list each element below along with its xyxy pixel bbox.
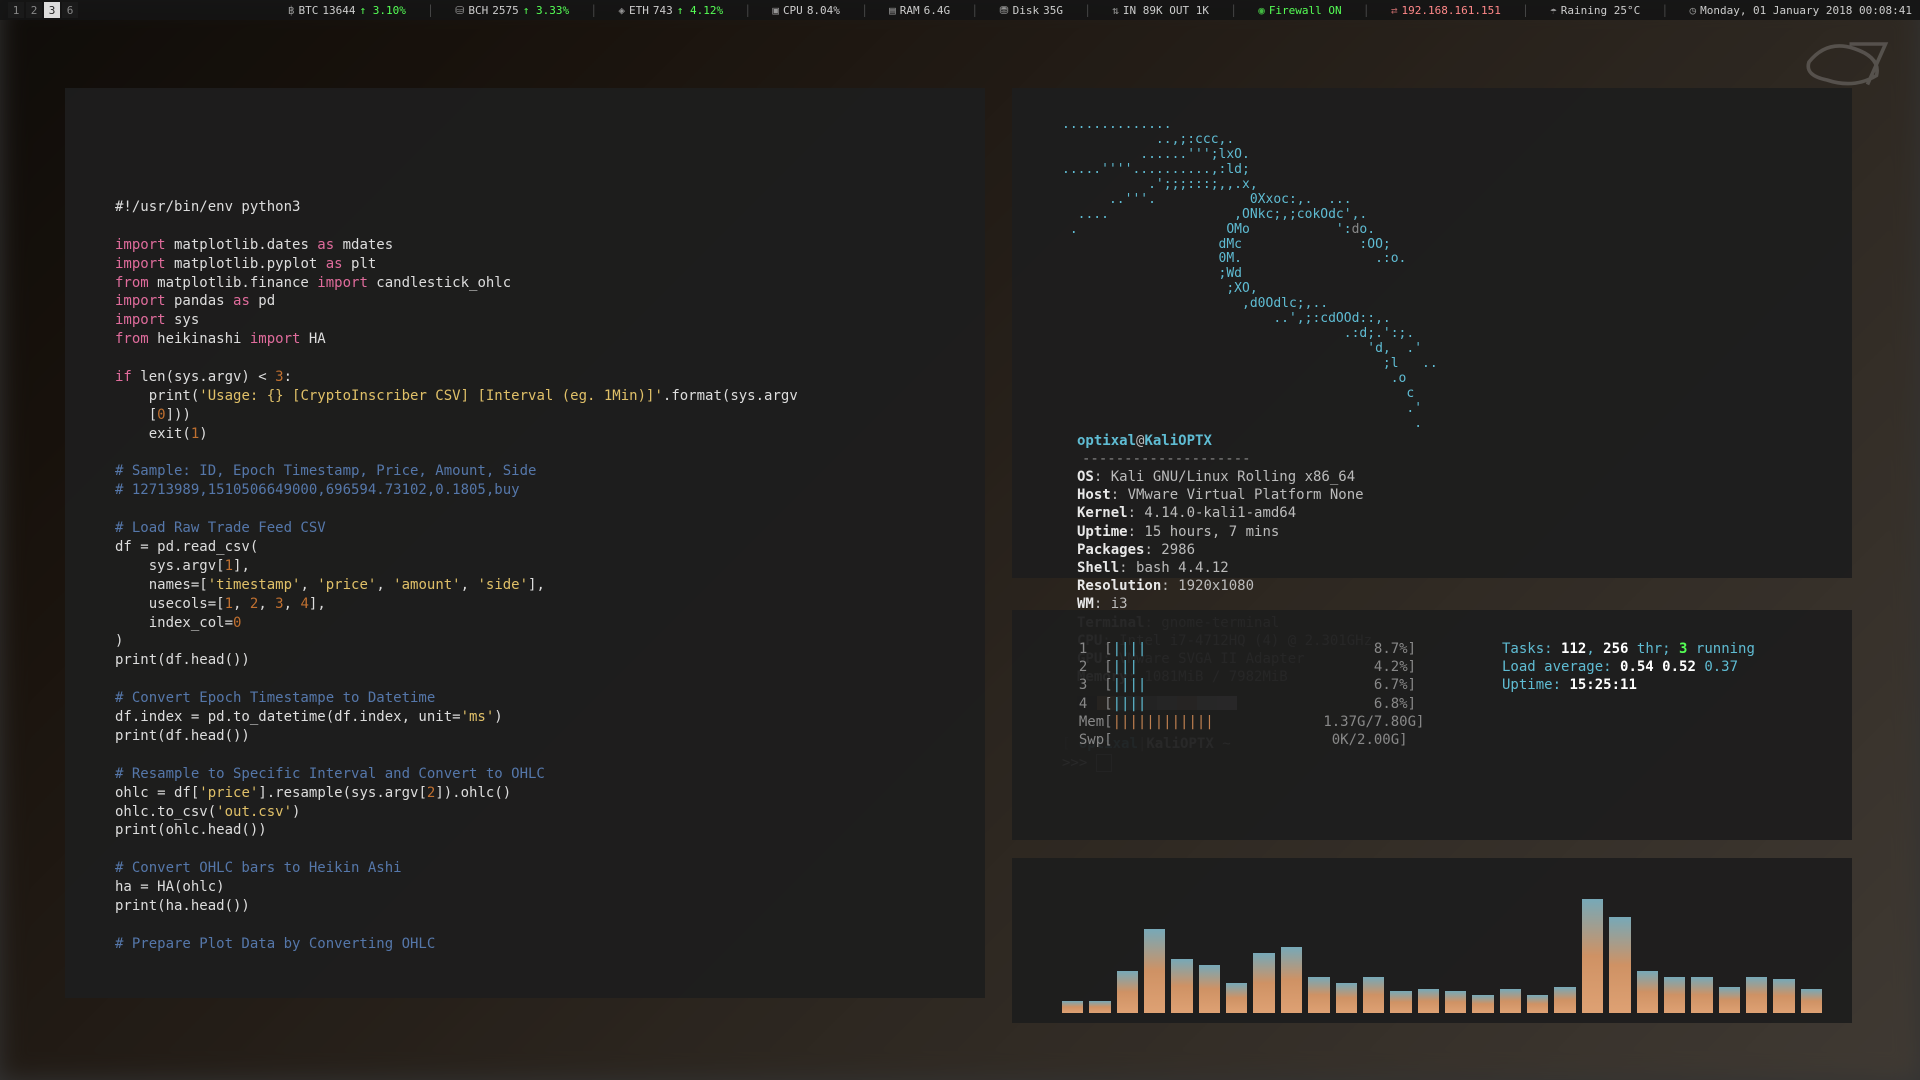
visualizer-bar <box>1144 929 1165 1013</box>
visualizer-bar <box>1199 965 1220 1013</box>
visualizer-bar <box>1226 983 1247 1013</box>
visualizer-bar <box>1363 977 1384 1013</box>
visualizer-bar <box>1253 953 1274 1013</box>
visualizer-bar <box>1746 977 1767 1013</box>
visualizer-bar <box>1336 983 1357 1013</box>
visualizer-bar <box>1117 971 1138 1013</box>
htop-cpu-meters: 1 [|||| 8.7%] 2 [||| 4.2%] 3 [|||| 6.7%]… <box>1062 640 1442 749</box>
firewall-status: ◉Firewall ON <box>1258 4 1341 17</box>
ram-usage: ▤RAM 6.4G <box>889 4 950 17</box>
workspace-switcher: 1 2 3 6 <box>8 2 78 18</box>
gt-logo-watermark <box>1800 35 1890 95</box>
visualizer-bar <box>1664 977 1685 1013</box>
visualizer-bar <box>1062 1001 1083 1013</box>
ip-address: ⇄192.168.161.151 <box>1391 4 1501 17</box>
visualizer-bar <box>1582 899 1603 1013</box>
clock: ◷Monday, 01 January 2018 00:08:41 <box>1689 4 1912 17</box>
visualizer-bar <box>1609 917 1630 1013</box>
visualizer-bar <box>1527 995 1548 1013</box>
visualizer-bar <box>1773 979 1794 1013</box>
code-editor-pane[interactable]: #!/usr/bin/env python3 import matplotlib… <box>65 88 985 998</box>
workspace-3[interactable]: 3 <box>44 2 60 18</box>
visualizer-bar <box>1418 989 1439 1013</box>
status-bar: 1 2 3 6 ฿BTC 13644 ↑ 3.10% | ⛁BCH 2575 ↑… <box>0 0 1920 20</box>
visualizer-bar <box>1445 991 1466 1013</box>
cpu-usage: ▣CPU 8.04% <box>772 4 840 17</box>
workspace-2[interactable]: 2 <box>26 2 42 18</box>
visualizer-bar <box>1500 989 1521 1013</box>
visualizer-bar <box>1171 959 1192 1013</box>
neofetch-pane[interactable]: .............. ..,;:ccc,. ......''';lxO.… <box>1012 88 1852 578</box>
eth-ticker: ◈ETH 743 ↑ 4.12% <box>618 4 723 17</box>
network-io: ⇅IN 89K OUT 1K <box>1112 4 1209 17</box>
weather: ☂Raining 25°C <box>1550 4 1640 17</box>
visualizer-bar <box>1089 1001 1110 1013</box>
htop-pane[interactable]: 1 [|||| 8.7%] 2 [||| 4.2%] 3 [|||| 6.7%]… <box>1012 610 1852 840</box>
htop-summary: Tasks: 112, 256 thr; 3 running Load aver… <box>1502 640 1755 749</box>
workspace-1[interactable]: 1 <box>8 2 24 18</box>
visualizer-bar <box>1801 989 1822 1013</box>
visualizer-bar <box>1691 977 1712 1013</box>
visualizer-bar <box>1472 995 1493 1013</box>
visualizer-bar <box>1719 987 1740 1013</box>
code-content[interactable]: #!/usr/bin/env python3 import matplotlib… <box>115 198 955 954</box>
audio-visualizer-pane <box>1012 858 1852 1023</box>
visualizer-bar <box>1554 987 1575 1013</box>
disk-usage: ⛃Disk 35G <box>999 4 1063 17</box>
visualizer-bar <box>1390 991 1411 1013</box>
bch-ticker: ⛁BCH 2575 ↑ 3.33% <box>455 4 569 17</box>
visualizer-bar <box>1281 947 1302 1013</box>
btc-ticker: ฿BTC 13644 ↑ 3.10% <box>288 4 406 17</box>
visualizer-bar <box>1308 977 1329 1013</box>
visualizer-bar <box>1637 971 1658 1013</box>
workspace-6[interactable]: 6 <box>62 2 78 18</box>
kali-ascii-art: .............. ..,;:ccc,. ......''';lxO.… <box>1062 118 1452 432</box>
